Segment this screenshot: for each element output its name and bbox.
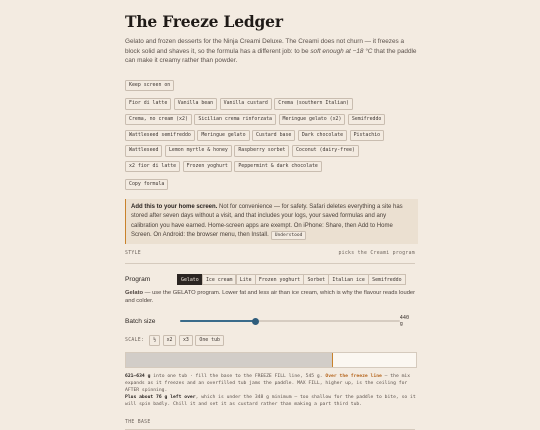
- recipe-chip[interactable]: Peppermint & dark chocolate: [234, 160, 322, 173]
- notice-heading: Add this to your home screen.: [131, 204, 218, 211]
- recipe-chip[interactable]: Vanilla bean: [173, 98, 218, 110]
- program-tab[interactable]: Italian ice: [328, 274, 369, 286]
- program-note-text: — use the GELATO program. Lower fat and …: [125, 290, 416, 305]
- intro-emphasis: soft enough at −18 °C: [310, 47, 373, 55]
- intro-text: Gelato and frozen desserts for the Ninja…: [125, 37, 417, 66]
- slider-fill: [179, 320, 256, 323]
- recipe-chip[interactable]: Coconut (dairy-free): [291, 145, 359, 157]
- tub-detail: 621–634 g into one tub · fill the base t…: [125, 373, 417, 408]
- recipe-row: Fior di latte Vanilla bean Vanilla custard…: [125, 98, 419, 114]
- detail-line-2: Plus about 76 g left over, which is unde…: [125, 394, 417, 408]
- divider: [125, 263, 415, 265]
- recipe-chip[interactable]: Vanilla custard: [219, 98, 272, 110]
- program-tab[interactable]: Gelato: [177, 274, 203, 286]
- tub-fill-used: [126, 352, 332, 367]
- recipe-chip[interactable]: Frozen yoghurt: [182, 160, 232, 173]
- recipe-chip[interactable]: Fior di latte: [125, 98, 172, 110]
- recipe-chip[interactable]: x2 fior di latte: [125, 160, 181, 173]
- program-tab[interactable]: Sorbet: [303, 274, 330, 286]
- scale-option-button[interactable]: One tub: [195, 335, 224, 346]
- scale-option-button[interactable]: x2: [162, 335, 177, 346]
- detail-warning: Over the freeze line: [325, 373, 382, 379]
- recipe-chip[interactable]: Wattleseed: [125, 145, 163, 157]
- recipe-chip[interactable]: Dark chocolate: [297, 129, 348, 142]
- program-tab[interactable]: Lite: [235, 274, 256, 286]
- freeze-fill-line: [331, 352, 334, 367]
- divider: [125, 428, 415, 430]
- batch-label: Batch size: [125, 317, 156, 325]
- scale-option-button[interactable]: ½: [149, 335, 161, 346]
- copy-formula-button[interactable]: Copy formula: [125, 178, 169, 191]
- recipe-chip[interactable]: Lemon myrtle & honey: [164, 145, 232, 157]
- understood-button[interactable]: Understood: [270, 230, 307, 241]
- recipe-row: Wattleseed Lemon myrtle & honey Raspberry …: [125, 145, 419, 161]
- detail-text-1: into one tub · fill the base to the FREE…: [150, 373, 326, 379]
- scale-option-button[interactable]: x3: [178, 335, 193, 346]
- program-note-name: Gelato: [125, 290, 144, 297]
- base-section-header: THE BASE: [125, 419, 151, 425]
- batch-value: 440 g: [399, 315, 410, 328]
- recipe-chip[interactable]: Custard base: [252, 129, 296, 142]
- page-title: The Freeze Ledger: [125, 12, 283, 31]
- program-note: Gelato — use the GELATO program. Lower f…: [125, 289, 417, 305]
- recipe-row: Wattleseed semifreddo Meringue gelato Cust…: [125, 129, 419, 146]
- recipe-chip[interactable]: Pistachio: [349, 129, 385, 142]
- recipe-chip[interactable]: Wattleseed semifreddo: [125, 129, 195, 142]
- keep-screen-on-button[interactable]: Keep screen on: [125, 79, 175, 91]
- recipe-chip[interactable]: Semifreddo: [347, 113, 386, 126]
- detail-line-1: 621–634 g into one tub · fill the base t…: [125, 373, 417, 394]
- batch-size-slider[interactable]: [179, 317, 400, 325]
- recipe-chip[interactable]: Sicilian crema rinforzata: [194, 113, 277, 126]
- style-label: STYLE: [125, 251, 141, 257]
- recipe-list: Fior di latte Vanilla bean Vanilla custard…: [125, 98, 419, 176]
- program-tabs: Gelato Ice cream Lite Frozen yoghurt Sorbet I…: [177, 274, 406, 286]
- style-section-header: STYLE picks the Creami program: [125, 251, 415, 256]
- program-tab[interactable]: Semifreddo: [368, 274, 406, 286]
- app-root: The Freeze Ledger Gelato and frozen dess…: [0, 0, 540, 430]
- home-screen-notice: Add this to your home screen. Not for co…: [125, 199, 418, 245]
- recipe-chip[interactable]: Crema (southern Italian): [274, 98, 353, 110]
- recipe-chip[interactable]: Crema, no cream (x2): [125, 113, 192, 126]
- style-hint: picks the Creami program: [338, 251, 415, 257]
- recipe-chip[interactable]: Meringue gelato (x2): [278, 113, 346, 126]
- recipe-chip[interactable]: Meringue gelato: [197, 129, 250, 142]
- detail-amount: 621–634 g: [125, 373, 151, 379]
- tub-fill-bar: [125, 351, 417, 368]
- scale-label: SCALE:: [125, 337, 145, 343]
- scale-row: SCALE: ½ x2 x3 One tub: [125, 335, 415, 346]
- detail-leftover: Plus about 76 g left over: [125, 394, 196, 400]
- program-row: Program Gelato Ice cream Lite Frozen yoghur…: [125, 274, 415, 286]
- slider-thumb[interactable]: [251, 317, 259, 325]
- program-tab[interactable]: Ice cream: [201, 274, 237, 286]
- page: The Freeze Ledger Gelato and frozen dess…: [125, 12, 418, 430]
- program-tab[interactable]: Frozen yoghurt: [254, 274, 305, 286]
- program-label: Program: [125, 276, 151, 284]
- recipe-chip[interactable]: Raspberry sorbet: [234, 145, 290, 157]
- recipe-row: Crema, no cream (x2) Sicilian crema rinfo…: [125, 113, 419, 130]
- batch-row: Batch size 440 g: [125, 315, 415, 327]
- recipe-row: x2 fior di latte Frozen yoghurt Peppermint…: [125, 160, 419, 177]
